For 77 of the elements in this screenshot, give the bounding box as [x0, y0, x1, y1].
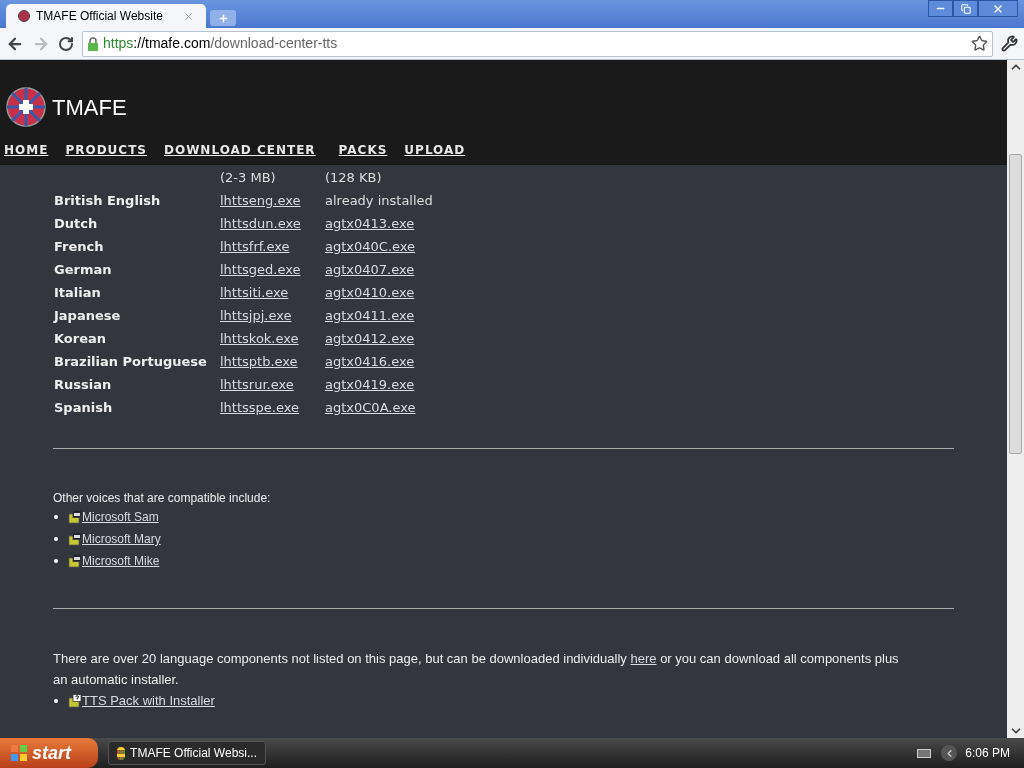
column-header: (2-3 MB) — [220, 168, 277, 187]
download-link[interactable]: lhttseng.exe — [220, 192, 301, 208]
program-icon — [68, 510, 82, 524]
windows-logo-icon — [10, 744, 28, 762]
logo-icon — [6, 87, 46, 127]
download-link[interactable]: agtx0407.exe — [325, 259, 415, 280]
download-link[interactable]: agtx0410.exe — [325, 282, 415, 303]
url-text: https://tmafe.com/download-center-tts — [103, 34, 338, 53]
bullet-icon — [54, 698, 58, 703]
nav-link[interactable]: PACKS — [338, 141, 388, 159]
download-link[interactable]: lhttsged.exe — [220, 261, 301, 277]
language-name: French — [53, 237, 105, 256]
download-link[interactable]: agtx0413.exe — [325, 213, 415, 234]
program-icon — [68, 554, 82, 568]
close-icon — [992, 2, 1004, 15]
settings-icon[interactable] — [1001, 35, 1018, 52]
keyboard-icon — [917, 748, 932, 758]
browser-tab[interactable]: TMAFE Official Website — [6, 4, 206, 28]
expand-tray-icon[interactable] — [941, 745, 958, 761]
download-link[interactable]: lhttsjpj.exe — [220, 307, 292, 323]
scrollbar-thumb[interactable] — [1009, 154, 1022, 454]
nav-link[interactable]: UPLOAD — [404, 141, 466, 159]
info-paragraph: There are over 20 language components not listed on this page, but can be downloaded individually here or you can download all components plus an automatic installer. — [53, 650, 900, 689]
start-button[interactable]: start — [0, 738, 98, 768]
lock-icon — [87, 36, 99, 51]
voice-link[interactable]: Microsoft Sam — [82, 508, 159, 526]
download-link[interactable]: lhttsdun.exe — [220, 215, 301, 231]
download-link[interactable]: lhttsptb.exe — [220, 353, 298, 369]
language-name: Spanish — [53, 398, 114, 417]
download-link[interactable]: agtx040C.exe — [325, 236, 416, 257]
here-link[interactable]: here — [630, 651, 657, 666]
download-link[interactable]: lhttsspe.exe — [220, 399, 300, 415]
pack-link[interactable]: TTS Pack with Installer — [82, 690, 215, 711]
download-link[interactable]: agtx0411.exe — [325, 305, 415, 326]
download-link[interactable]: agtx0412.exe — [325, 328, 415, 349]
nav-link[interactable]: HOME — [4, 141, 49, 159]
bullet-icon — [54, 537, 58, 541]
download-link[interactable]: lhttskok.exe — [220, 330, 299, 346]
plus-icon — [217, 12, 229, 24]
nav-link[interactable]: DOWNLOAD CENTER — [163, 141, 316, 159]
site-logo-text: TMAFE — [52, 93, 127, 122]
column-header: (128 KB) — [325, 168, 382, 187]
address-bar[interactable]: https://tmafe.com/download-center-tts — [82, 30, 993, 57]
download-link[interactable]: lhttsrur.exe — [220, 376, 294, 392]
language-name: German — [53, 260, 113, 279]
star-icon[interactable] — [971, 35, 988, 52]
nav-link[interactable]: PRODUCTS — [65, 141, 147, 159]
clock: 6:06 PM — [965, 745, 1010, 762]
download-link[interactable]: lhttsfrf.exe — [220, 238, 290, 254]
new-tab-button[interactable] — [210, 10, 236, 26]
language-name: Japanese — [53, 306, 122, 325]
reload-icon[interactable] — [58, 35, 74, 52]
minimize-button[interactable] — [928, 0, 953, 17]
voice-link[interactable]: Microsoft Mike — [82, 552, 160, 570]
language-name: Korean — [53, 329, 108, 348]
program-icon — [68, 532, 82, 546]
taskbar-window-button[interactable]: TMAFE Official Websi... — [108, 741, 266, 765]
bullet-icon — [54, 559, 58, 563]
voice-link[interactable]: Microsoft Mary — [82, 530, 161, 548]
download-link[interactable]: agtx0416.exe — [325, 351, 415, 372]
tab-title: TMAFE Official Website — [36, 8, 164, 25]
close-window-button[interactable] — [978, 0, 1018, 17]
restore-button[interactable] — [953, 0, 978, 17]
language-name: Italian — [53, 283, 102, 302]
language-name: Brazilian Portuguese — [53, 352, 208, 371]
status-text: already installed — [325, 191, 433, 210]
section-heading: Other voices that are compatible include: — [53, 490, 272, 507]
help-file-icon — [68, 693, 82, 708]
language-name: British English — [53, 191, 162, 210]
bullet-icon — [54, 515, 58, 519]
language-name: Dutch — [53, 214, 99, 233]
site-favicon-icon — [18, 10, 30, 22]
download-link[interactable]: lhttsiti.exe — [220, 284, 289, 300]
restore-icon — [960, 3, 971, 14]
download-link[interactable]: agtx0419.exe — [325, 374, 415, 395]
language-name: Russian — [53, 375, 113, 394]
download-link[interactable]: agtx0C0A.exe — [325, 397, 416, 418]
